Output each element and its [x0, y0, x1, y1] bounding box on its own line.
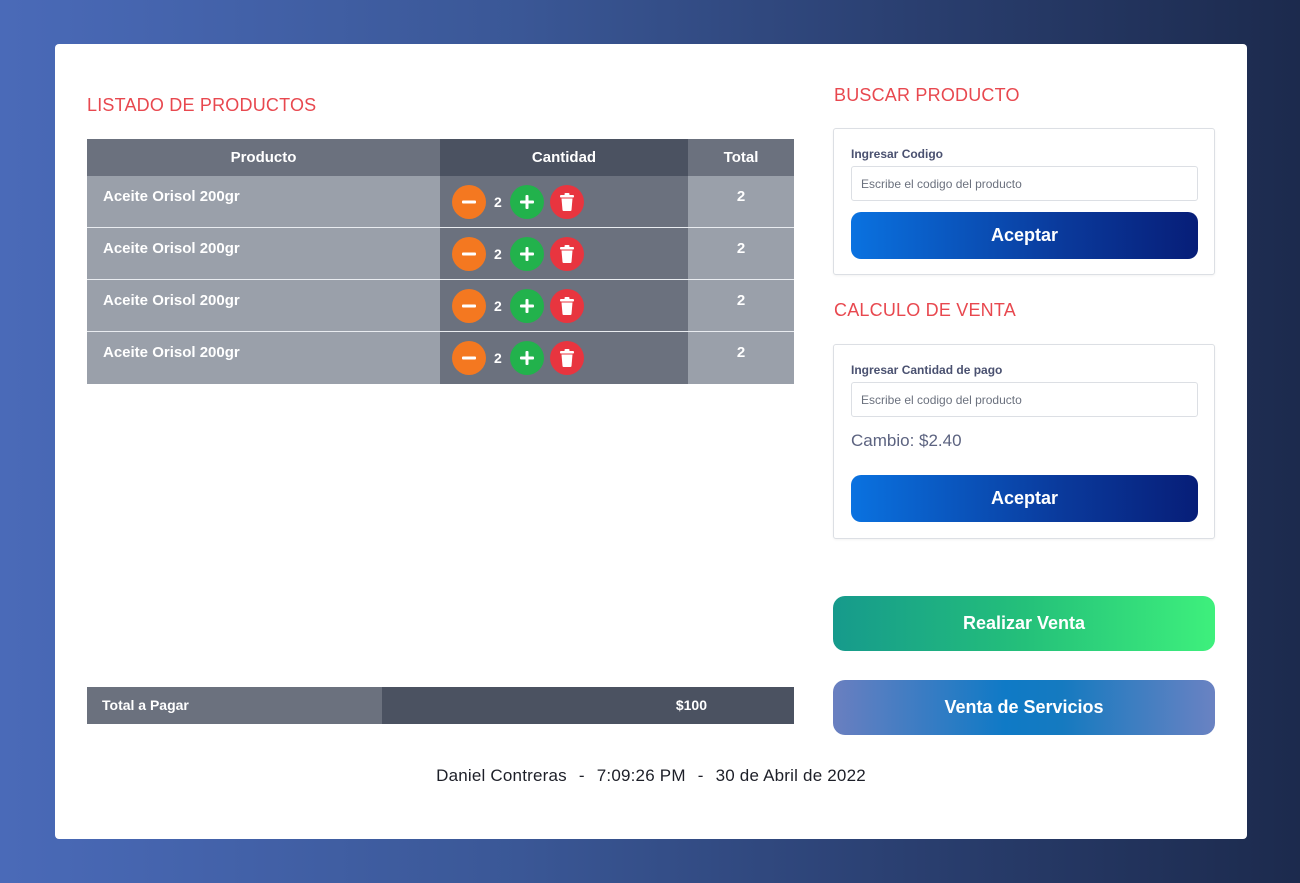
row-total: 2 — [688, 228, 794, 279]
change-text: Cambio: $2.40 — [851, 431, 962, 450]
trash-icon[interactable] — [549, 184, 584, 219]
product-name: Aceite Orisol 200gr — [87, 332, 440, 384]
products-list-title: LISTADO DE PRODUCTOS — [87, 95, 317, 115]
header-quantity: Cantidad — [440, 139, 688, 176]
row-total: 2 — [688, 280, 794, 331]
total-bar: Total a Pagar $100 — [87, 687, 794, 724]
minus-icon[interactable] — [452, 184, 486, 219]
total-label: Total a Pagar — [87, 687, 382, 724]
quantity-value: 2 — [494, 350, 502, 366]
sale-calc-title: CALCULO DE VENTA — [834, 300, 1016, 320]
row-total: 2 — [688, 176, 794, 227]
code-input[interactable] — [851, 166, 1198, 201]
payment-input[interactable] — [851, 382, 1198, 417]
quantity-controls: 2 — [440, 332, 688, 384]
minus-icon[interactable] — [452, 288, 486, 323]
minus-icon[interactable] — [452, 236, 486, 271]
footer-user: Daniel Contreras — [436, 766, 567, 785]
trash-icon[interactable] — [549, 288, 584, 323]
plus-icon[interactable] — [509, 236, 544, 271]
search-product-title: BUSCAR PRODUCTO — [834, 85, 1020, 105]
make-sale-button[interactable]: Realizar Venta — [833, 596, 1215, 651]
table-row: Aceite Orisol 200gr 2 2 — [87, 280, 794, 332]
product-name: Aceite Orisol 200gr — [87, 176, 440, 227]
plus-icon[interactable] — [509, 288, 544, 323]
search-accept-button[interactable]: Aceptar — [851, 212, 1198, 259]
plus-icon[interactable] — [509, 341, 544, 375]
payment-label: Ingresar Cantidad de pago — [851, 363, 1003, 377]
table-row: Aceite Orisol 200gr 2 2 — [87, 176, 794, 228]
quantity-controls: 2 — [440, 176, 688, 227]
footer-separator: - — [578, 766, 585, 785]
service-sale-button[interactable]: Venta de Servicios — [833, 680, 1215, 735]
table-body: Aceite Orisol 200gr 2 2 Aceite Orisol 200gr… — [87, 176, 794, 384]
products-table: Producto Cantidad Total Aceite Orisol 20… — [87, 139, 794, 384]
footer-info: Daniel Contreras -7:09:26 PM -30 de Abril … — [55, 766, 1247, 786]
table-row: Aceite Orisol 200gr 2 2 — [87, 332, 794, 384]
quantity-controls: 2 — [440, 280, 688, 331]
main-card: LISTADO DE PRODUCTOS Producto Cantidad T… — [55, 44, 1247, 839]
trash-icon[interactable] — [549, 236, 584, 271]
table-row: Aceite Orisol 200gr 2 2 — [87, 228, 794, 280]
quantity-controls: 2 — [440, 228, 688, 279]
table-header: Producto Cantidad Total — [87, 139, 794, 176]
row-total: 2 — [688, 332, 794, 384]
trash-icon[interactable] — [549, 341, 584, 375]
header-total: Total — [688, 139, 794, 176]
plus-icon[interactable] — [509, 184, 544, 219]
header-product: Producto — [87, 139, 440, 176]
search-panel: Ingresar Codigo Aceptar — [833, 128, 1215, 275]
minus-icon[interactable] — [452, 341, 486, 375]
quantity-value: 2 — [494, 245, 502, 262]
footer-date: 30 de Abril de 2022 — [715, 766, 866, 785]
footer-time: 7:09:26 PM — [596, 766, 686, 785]
quantity-value: 2 — [494, 193, 502, 210]
code-label: Ingresar Codigo — [851, 147, 944, 161]
quantity-value: 2 — [494, 297, 502, 314]
product-name: Aceite Orisol 200gr — [87, 228, 440, 279]
product-name: Aceite Orisol 200gr — [87, 280, 440, 331]
calc-accept-button[interactable]: Aceptar — [851, 475, 1198, 522]
footer-separator: - — [697, 766, 704, 785]
total-value: $100 — [382, 687, 794, 724]
calc-panel: Ingresar Cantidad de pago Cambio: $2.40 … — [833, 344, 1215, 539]
